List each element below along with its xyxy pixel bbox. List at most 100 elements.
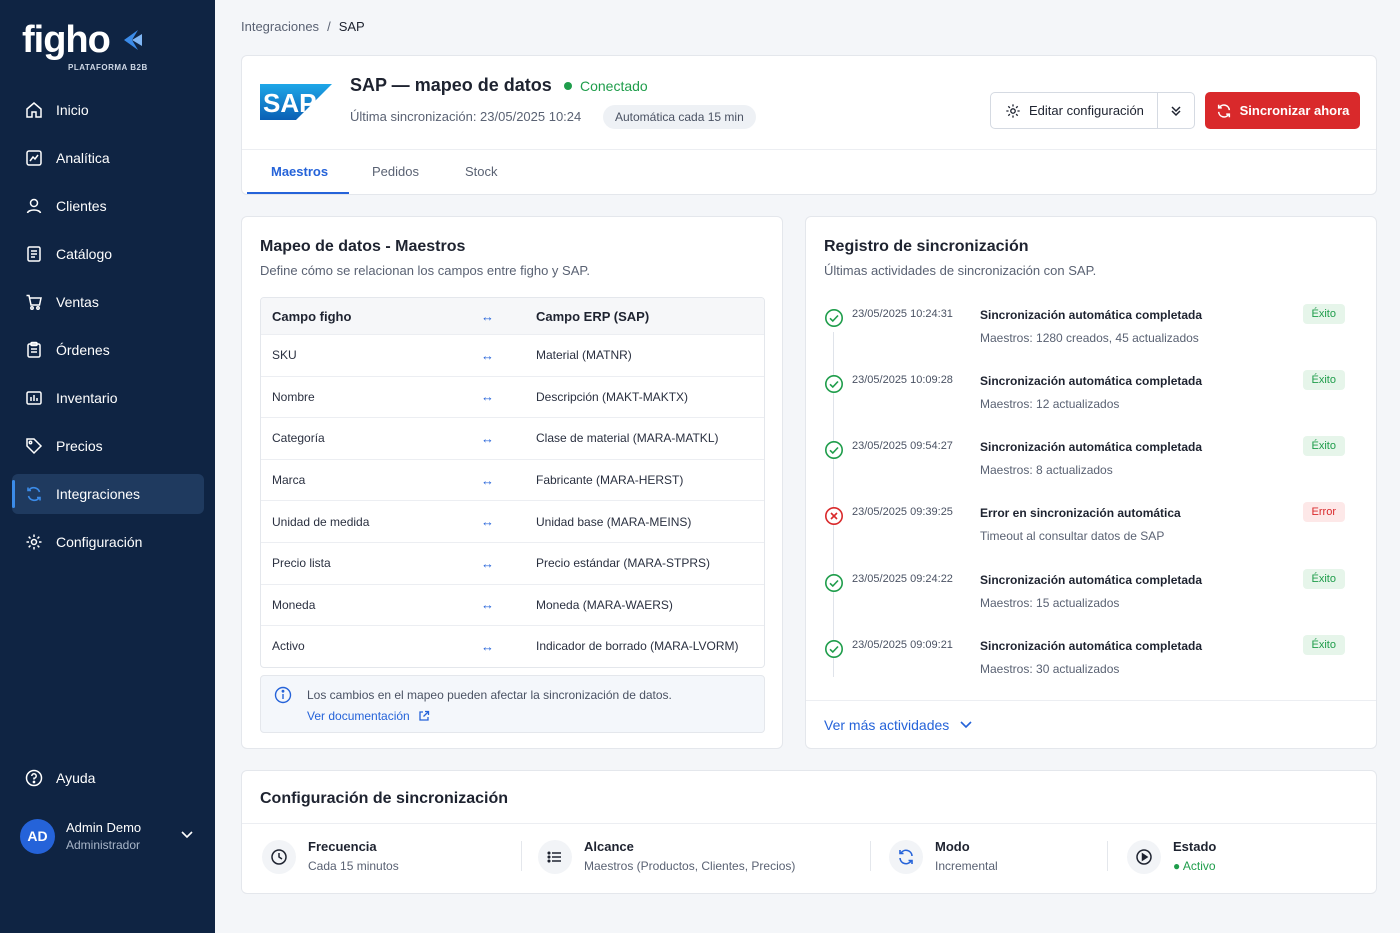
- refresh-icon: [1217, 103, 1230, 118]
- log-time: 23/05/2025 10:09:28: [852, 374, 953, 386]
- sidebar-item-label: Inventario: [56, 390, 118, 406]
- table-row[interactable]: Precio lista ↔ Precio estándar (MARA-STPRS…: [261, 541, 764, 584]
- docs-link-label: Ver documentación: [307, 709, 410, 723]
- sidebar-item-label: Analítica: [56, 150, 110, 166]
- user-icon: [24, 196, 44, 216]
- info-icon: [274, 686, 292, 704]
- log-entry-title: Sincronización automática completada: [980, 440, 1203, 454]
- mapping-subtitle: Define cómo se relacionan los campos ent…: [260, 263, 590, 278]
- figho-field: SKU: [272, 348, 297, 363]
- sidebar-item-configuracion[interactable]: Configuración: [12, 522, 204, 562]
- arrow-icon: ↔: [481, 597, 494, 613]
- config-divider: [242, 823, 1376, 824]
- table-row[interactable]: Moneda ↔ Moneda (MARA-WAERS): [261, 583, 764, 626]
- integrations-icon: [24, 484, 44, 504]
- brand-logo[interactable]: figho PLATAFORMA B2B: [22, 19, 147, 72]
- chevron-down-icon: [960, 721, 972, 729]
- chevron-down-icon[interactable]: [180, 827, 194, 841]
- sidebar-item-label: Configuración: [56, 534, 143, 550]
- mapping-info-box: Los cambios en el mapeo pueden afectar l…: [260, 675, 765, 733]
- help-icon: [24, 768, 44, 788]
- log-entry[interactable]: 23/05/2025 10:09:28 Sincronización autom…: [806, 370, 1376, 440]
- more-activities-link[interactable]: Ver más actividades: [824, 717, 973, 733]
- chevron-double-down-icon: [1171, 105, 1181, 116]
- log-entry-desc: Maestros: 15 actualizados: [980, 596, 1120, 610]
- list-icon: [538, 840, 572, 874]
- log-entry[interactable]: 23/05/2025 10:24:31 Sincronización autom…: [806, 304, 1376, 374]
- status-badge: Éxito: [1302, 569, 1345, 589]
- docs-link[interactable]: Ver documentación: [307, 709, 430, 723]
- tab-maestros[interactable]: Maestros: [271, 164, 328, 179]
- gear-icon: [1006, 103, 1020, 118]
- table-row[interactable]: Nombre ↔ Descripción (MAKT-MAKTX): [261, 375, 764, 418]
- sap-logo-text: SAP: [263, 88, 316, 118]
- log-entry-title: Sincronización automática completada: [980, 639, 1203, 653]
- log-entry-desc: Maestros: 30 actualizados: [980, 662, 1120, 676]
- log-entry[interactable]: 23/05/2025 09:24:22 Sincronización autom…: [806, 569, 1376, 639]
- sidebar-item-catalogo[interactable]: Catálogo: [12, 234, 204, 274]
- figho-field: Activo: [272, 639, 305, 654]
- sidebar-item-label: Catálogo: [56, 246, 113, 262]
- erp-field: Fabricante (MARA-HERST): [536, 473, 684, 488]
- sidebar-item-integraciones[interactable]: Integraciones: [12, 474, 204, 514]
- sidebar-item-label: Precios: [56, 438, 103, 454]
- check-circle-icon: [825, 309, 843, 327]
- config-separator: [870, 841, 871, 871]
- tab-stock[interactable]: Stock: [465, 164, 498, 179]
- log-entry[interactable]: 23/05/2025 09:39:25 Error en sincronizac…: [806, 502, 1376, 572]
- breadcrumb-parent[interactable]: Integraciones: [241, 19, 319, 34]
- col-header-erp: Campo ERP (SAP): [536, 308, 650, 324]
- sync-now-label: Sincronizar ahora: [1239, 103, 1350, 118]
- config-separator: [521, 841, 522, 871]
- sidebar-item-inventario[interactable]: Inventario: [12, 378, 204, 418]
- log-entry-title: Sincronización automática completada: [980, 374, 1203, 388]
- info-text: Los cambios en el mapeo pueden afectar l…: [307, 688, 672, 702]
- log-entry-title: Sincronización automática completada: [980, 308, 1203, 322]
- check-circle-icon: [825, 574, 843, 592]
- status-badge: Éxito: [1302, 370, 1345, 390]
- log-entry-desc: Maestros: 12 actualizados: [980, 397, 1120, 411]
- log-entry[interactable]: 23/05/2025 09:09:21 Sincronización autom…: [806, 635, 1376, 705]
- table-row[interactable]: Marca ↔ Fabricante (MARA-HERST): [261, 458, 764, 501]
- table-row[interactable]: Categoría ↔ Clase de material (MARA-MATKL): [261, 417, 764, 459]
- edit-config-split-button: Editar configuración: [990, 92, 1195, 129]
- sidebar-item-ordenes[interactable]: Órdenes: [12, 330, 204, 370]
- config-label: Modo: [935, 839, 970, 854]
- erp-field: Precio estándar (MARA-STPRS): [536, 556, 711, 571]
- log-entry-desc: Maestros: 1280 creados, 45 actualizados: [980, 331, 1199, 345]
- clock-icon: [262, 840, 296, 874]
- config-label: Frecuencia: [308, 839, 377, 854]
- sidebar-item-clientes[interactable]: Clientes: [12, 186, 204, 226]
- more-activities-label: Ver más actividades: [824, 717, 950, 733]
- sidebar-item-analitica[interactable]: Analítica: [12, 138, 204, 178]
- tab-pedidos[interactable]: Pedidos: [372, 164, 419, 179]
- log-entry[interactable]: 23/05/2025 09:54:27 Sincronización autom…: [806, 436, 1376, 506]
- table-row[interactable]: Activo ↔ Indicador de borrado (MARA-LVORM): [261, 625, 764, 667]
- figho-field: Categoría: [272, 431, 325, 446]
- active-tab-indicator: [247, 192, 349, 194]
- log-entry-desc: Timeout al consultar datos de SAP: [980, 529, 1165, 543]
- logo-text: figho: [22, 19, 111, 61]
- clipboard-icon: [24, 340, 44, 360]
- logo-chevron-icon: [124, 30, 142, 50]
- sidebar-item-ayuda[interactable]: Ayuda: [12, 758, 204, 798]
- sync-now-button[interactable]: Sincronizar ahora: [1205, 92, 1360, 129]
- cart-icon: [24, 292, 44, 312]
- edit-config-button[interactable]: Editar configuración: [991, 103, 1157, 119]
- sidebar-item-precios[interactable]: Precios: [12, 426, 204, 466]
- config-title: Configuración de sincronización: [260, 790, 509, 807]
- page-title: SAP — mapeo de datos: [350, 75, 552, 95]
- log-time: 23/05/2025 10:24:31: [852, 308, 953, 320]
- user-name: Admin Demo: [66, 820, 142, 835]
- sidebar-item-label: Ventas: [56, 294, 99, 310]
- sidebar-item-label: Inicio: [56, 102, 89, 118]
- mapping-table: Campo figho ↔ Campo ERP (SAP) SKU ↔ Materi…: [260, 297, 765, 668]
- table-row[interactable]: Unidad de medida ↔ Unidad base (MARA-MEINS…: [261, 500, 764, 542]
- tag-icon: [24, 436, 44, 456]
- edit-config-dropdown[interactable]: [1157, 93, 1194, 128]
- breadcrumb-separator: /: [327, 19, 331, 34]
- sidebar-item-ventas[interactable]: Ventas: [12, 282, 204, 322]
- sidebar-item-inicio[interactable]: Inicio: [12, 90, 204, 130]
- user-menu[interactable]: AD Admin Demo Administrador: [20, 815, 200, 857]
- table-row[interactable]: SKU ↔ Material (MATNR): [261, 334, 764, 376]
